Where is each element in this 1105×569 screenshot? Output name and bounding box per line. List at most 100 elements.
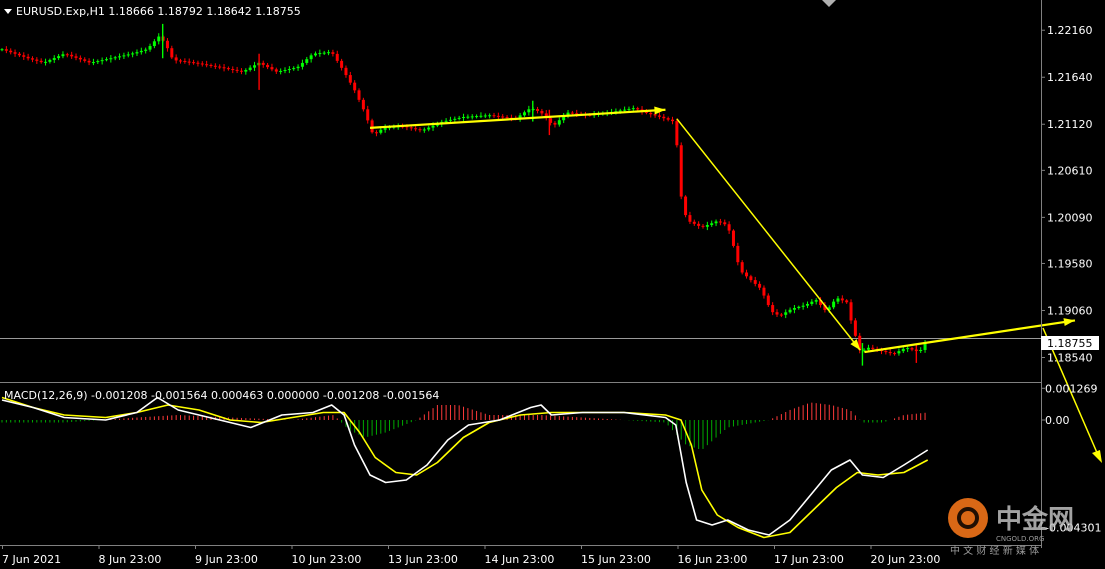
candle-body [261,62,265,65]
candle-body [78,57,82,60]
candle-body [300,62,304,67]
candle-body [557,120,561,125]
candle-body [422,129,426,131]
candle-body [631,108,635,110]
candle-body [910,348,914,350]
candle-body [470,116,474,118]
trading-chart[interactable]: 1.22160 1.21640 1.21120 1.20610 1.20090 1.195… [0,0,1105,569]
macd-tick-label-0: 0.001269 [1045,382,1098,395]
candle-body [309,55,313,60]
candle-body [274,69,278,72]
candle-body [61,54,65,57]
candle-body [152,41,156,47]
candle-body [109,58,113,60]
candle-body [222,67,226,69]
candle-body [453,118,457,120]
candle-body [196,62,200,64]
candle-body [427,127,431,130]
time-tick-label-1: 8 Jun 23:00 [99,553,162,566]
candle-body [361,99,365,110]
candle-body [501,116,505,118]
candle-body [649,112,653,115]
candle-body [758,283,762,288]
candle-body [44,61,48,63]
candle-body [771,305,775,313]
candle-body [35,59,39,61]
candle-body [52,58,56,60]
candle-body [353,82,357,91]
candle-body [919,349,923,352]
candle-body [357,90,361,100]
candle-body [239,70,243,72]
candle-body [48,59,52,62]
candle-body [39,60,43,63]
candle-body [457,117,461,119]
candle-body [740,262,744,273]
candle-body [884,351,888,353]
candle-body [636,108,640,110]
candle-body [122,55,126,57]
candle-body [496,115,500,117]
price-tick-label-5: 1.19580 [1047,257,1093,270]
time-tick-label-8: 17 Jun 23:00 [774,553,844,566]
candle-body [374,132,378,134]
candle-body [318,53,322,55]
candle-body [710,223,714,226]
candle-body [845,300,849,303]
candle-body [762,287,766,296]
candle-body [283,69,287,71]
candle-body [553,122,557,125]
candle-body [671,119,675,122]
time-tick-label-9: 20 Jun 23:00 [871,553,941,566]
arrowhead-icon [1063,318,1075,327]
candle-body [370,120,374,133]
candle-body [287,69,291,71]
candle-body [836,298,840,302]
candle-body [157,36,161,42]
candle-body [30,58,34,60]
candle-body [849,302,853,321]
candle-body [736,245,740,263]
candle-body [327,52,331,54]
candle-body [144,49,148,51]
candle-body [266,64,270,68]
time-tick-label-5: 14 Jun 23:00 [485,553,555,566]
candle-body [701,225,705,227]
candle-body [431,125,435,128]
candle-body [187,61,191,63]
candle-body [745,272,749,277]
candle-body [657,115,661,117]
candle-body [348,75,352,83]
dropdown-triangle-icon[interactable] [4,9,12,14]
candle-body [305,59,309,63]
candle-body [231,69,235,71]
candle-body [118,56,122,58]
candle-body [235,69,239,71]
time-tick-label-0: 7 Jun 2021 [2,553,61,566]
candle-body [65,54,69,56]
trend-arrow-0 [369,108,666,129]
candle-body [296,66,300,69]
time-tick-label-2: 9 Jun 23:00 [195,553,258,566]
candle-body [170,48,174,58]
candle-body [906,348,910,350]
candle-body [209,65,213,67]
cngold-logo-icon [948,498,988,538]
symbol-header: EURUSD.Exp,H1 1.18666 1.18792 1.18642 1.… [16,5,301,18]
price-tick-label-2: 1.21120 [1047,118,1093,131]
candle-body [792,308,796,310]
candle-body [714,221,718,224]
candle-body [462,116,466,118]
watermark-domain: CNGOLD.ORG [996,535,1044,543]
candle-body [366,109,370,121]
price-axis: 1.22160 1.21640 1.21120 1.20610 1.20090 1.195… [0,0,1101,566]
macd-panel[interactable] [1,396,929,539]
candle-body [723,222,727,225]
candle-body [675,121,679,146]
candle-body [570,112,574,114]
candle-body [4,49,8,51]
candle-body [492,115,496,117]
candle-body [888,352,892,354]
candle-body [692,221,696,224]
candle-body [540,110,544,114]
